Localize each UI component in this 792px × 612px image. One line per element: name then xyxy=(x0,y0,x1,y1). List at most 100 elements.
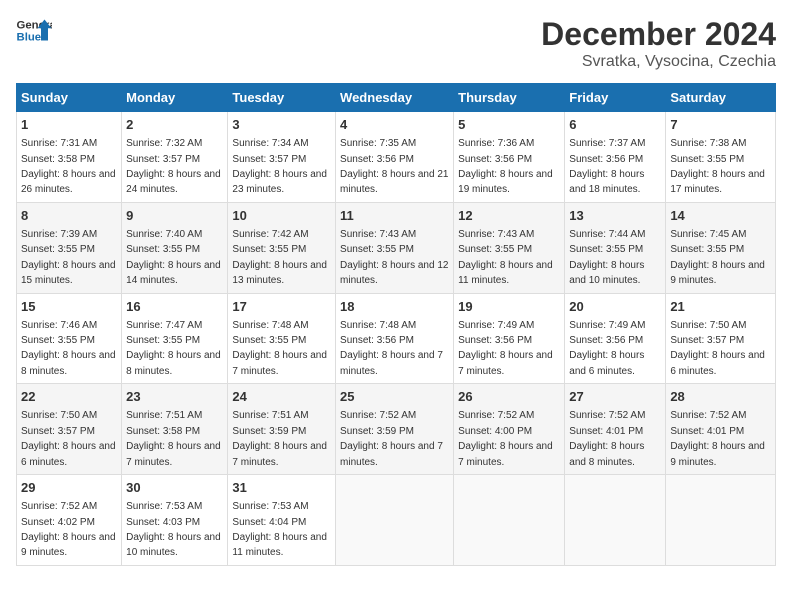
day-number: 29 xyxy=(21,479,117,497)
title-section: December 2024 Svratka, Vysocina, Czechia xyxy=(541,16,776,71)
day-info: Sunrise: 7:52 AMSunset: 3:59 PMDaylight:… xyxy=(340,410,443,467)
day-info: Sunrise: 7:48 AMSunset: 3:56 PMDaylight:… xyxy=(340,320,443,377)
day-info: Sunrise: 7:50 AMSunset: 3:57 PMDaylight:… xyxy=(21,410,116,467)
day-info: Sunrise: 7:53 AMSunset: 4:03 PMDaylight:… xyxy=(126,501,221,558)
calendar-cell: 9 Sunrise: 7:40 AMSunset: 3:55 PMDayligh… xyxy=(122,202,228,293)
svg-text:Blue: Blue xyxy=(17,32,42,44)
day-info: Sunrise: 7:49 AMSunset: 3:56 PMDaylight:… xyxy=(569,320,645,377)
calendar-cell: 27 Sunrise: 7:52 AMSunset: 4:01 PMDaylig… xyxy=(565,384,666,475)
header: General Blue December 2024 Svratka, Vyso… xyxy=(16,16,776,71)
calendar-table: SundayMondayTuesdayWednesdayThursdayFrid… xyxy=(16,83,776,566)
calendar-cell: 12 Sunrise: 7:43 AMSunset: 3:55 PMDaylig… xyxy=(454,202,565,293)
calendar-cell: 20 Sunrise: 7:49 AMSunset: 3:56 PMDaylig… xyxy=(565,293,666,384)
weekday-header-saturday: Saturday xyxy=(666,84,776,112)
day-number: 27 xyxy=(569,388,661,406)
calendar-cell: 2 Sunrise: 7:32 AMSunset: 3:57 PMDayligh… xyxy=(122,112,228,203)
calendar-cell: 6 Sunrise: 7:37 AMSunset: 3:56 PMDayligh… xyxy=(565,112,666,203)
day-info: Sunrise: 7:39 AMSunset: 3:55 PMDaylight:… xyxy=(21,229,116,286)
day-number: 11 xyxy=(340,207,449,225)
calendar-cell: 16 Sunrise: 7:47 AMSunset: 3:55 PMDaylig… xyxy=(122,293,228,384)
day-info: Sunrise: 7:49 AMSunset: 3:56 PMDaylight:… xyxy=(458,320,553,377)
calendar-cell xyxy=(336,475,454,566)
calendar-cell: 29 Sunrise: 7:52 AMSunset: 4:02 PMDaylig… xyxy=(17,475,122,566)
day-number: 18 xyxy=(340,298,449,316)
calendar-cell: 4 Sunrise: 7:35 AMSunset: 3:56 PMDayligh… xyxy=(336,112,454,203)
calendar-cell: 24 Sunrise: 7:51 AMSunset: 3:59 PMDaylig… xyxy=(228,384,336,475)
day-info: Sunrise: 7:52 AMSunset: 4:01 PMDaylight:… xyxy=(569,410,645,467)
day-info: Sunrise: 7:43 AMSunset: 3:55 PMDaylight:… xyxy=(340,229,448,286)
calendar-cell: 13 Sunrise: 7:44 AMSunset: 3:55 PMDaylig… xyxy=(565,202,666,293)
day-info: Sunrise: 7:34 AMSunset: 3:57 PMDaylight:… xyxy=(232,138,327,195)
day-info: Sunrise: 7:40 AMSunset: 3:55 PMDaylight:… xyxy=(126,229,221,286)
day-number: 19 xyxy=(458,298,560,316)
weekday-header-sunday: Sunday xyxy=(17,84,122,112)
day-number: 17 xyxy=(232,298,331,316)
day-info: Sunrise: 7:42 AMSunset: 3:55 PMDaylight:… xyxy=(232,229,327,286)
calendar-week-row: 22 Sunrise: 7:50 AMSunset: 3:57 PMDaylig… xyxy=(17,384,776,475)
day-info: Sunrise: 7:43 AMSunset: 3:55 PMDaylight:… xyxy=(458,229,553,286)
day-number: 15 xyxy=(21,298,117,316)
calendar-week-row: 15 Sunrise: 7:46 AMSunset: 3:55 PMDaylig… xyxy=(17,293,776,384)
calendar-cell: 5 Sunrise: 7:36 AMSunset: 3:56 PMDayligh… xyxy=(454,112,565,203)
calendar-week-row: 1 Sunrise: 7:31 AMSunset: 3:58 PMDayligh… xyxy=(17,112,776,203)
calendar-cell: 26 Sunrise: 7:52 AMSunset: 4:00 PMDaylig… xyxy=(454,384,565,475)
day-info: Sunrise: 7:52 AMSunset: 4:01 PMDaylight:… xyxy=(670,410,765,467)
day-info: Sunrise: 7:52 AMSunset: 4:00 PMDaylight:… xyxy=(458,410,553,467)
day-number: 1 xyxy=(21,116,117,134)
day-info: Sunrise: 7:47 AMSunset: 3:55 PMDaylight:… xyxy=(126,320,221,377)
weekday-header-row: SundayMondayTuesdayWednesdayThursdayFrid… xyxy=(17,84,776,112)
calendar-cell: 19 Sunrise: 7:49 AMSunset: 3:56 PMDaylig… xyxy=(454,293,565,384)
day-number: 30 xyxy=(126,479,223,497)
day-number: 9 xyxy=(126,207,223,225)
calendar-cell xyxy=(565,475,666,566)
day-number: 14 xyxy=(670,207,771,225)
day-number: 24 xyxy=(232,388,331,406)
day-number: 7 xyxy=(670,116,771,134)
day-number: 2 xyxy=(126,116,223,134)
calendar-cell: 28 Sunrise: 7:52 AMSunset: 4:01 PMDaylig… xyxy=(666,384,776,475)
calendar-cell: 30 Sunrise: 7:53 AMSunset: 4:03 PMDaylig… xyxy=(122,475,228,566)
day-info: Sunrise: 7:48 AMSunset: 3:55 PMDaylight:… xyxy=(232,320,327,377)
day-info: Sunrise: 7:53 AMSunset: 4:04 PMDaylight:… xyxy=(232,501,327,558)
calendar-cell: 31 Sunrise: 7:53 AMSunset: 4:04 PMDaylig… xyxy=(228,475,336,566)
calendar-cell: 8 Sunrise: 7:39 AMSunset: 3:55 PMDayligh… xyxy=(17,202,122,293)
day-info: Sunrise: 7:38 AMSunset: 3:55 PMDaylight:… xyxy=(670,138,765,195)
calendar-cell: 14 Sunrise: 7:45 AMSunset: 3:55 PMDaylig… xyxy=(666,202,776,293)
calendar-cell: 17 Sunrise: 7:48 AMSunset: 3:55 PMDaylig… xyxy=(228,293,336,384)
day-number: 10 xyxy=(232,207,331,225)
calendar-cell: 3 Sunrise: 7:34 AMSunset: 3:57 PMDayligh… xyxy=(228,112,336,203)
day-info: Sunrise: 7:32 AMSunset: 3:57 PMDaylight:… xyxy=(126,138,221,195)
day-number: 23 xyxy=(126,388,223,406)
day-number: 28 xyxy=(670,388,771,406)
weekday-header-thursday: Thursday xyxy=(454,84,565,112)
calendar-cell: 23 Sunrise: 7:51 AMSunset: 3:58 PMDaylig… xyxy=(122,384,228,475)
weekday-header-friday: Friday xyxy=(565,84,666,112)
day-number: 4 xyxy=(340,116,449,134)
calendar-cell xyxy=(454,475,565,566)
main-title: December 2024 xyxy=(541,16,776,53)
calendar-cell: 15 Sunrise: 7:46 AMSunset: 3:55 PMDaylig… xyxy=(17,293,122,384)
day-info: Sunrise: 7:51 AMSunset: 3:59 PMDaylight:… xyxy=(232,410,327,467)
weekday-header-tuesday: Tuesday xyxy=(228,84,336,112)
logo-icon: General Blue xyxy=(16,16,52,44)
day-number: 5 xyxy=(458,116,560,134)
calendar-cell: 7 Sunrise: 7:38 AMSunset: 3:55 PMDayligh… xyxy=(666,112,776,203)
day-info: Sunrise: 7:50 AMSunset: 3:57 PMDaylight:… xyxy=(670,320,765,377)
calendar-cell: 10 Sunrise: 7:42 AMSunset: 3:55 PMDaylig… xyxy=(228,202,336,293)
day-number: 3 xyxy=(232,116,331,134)
calendar-cell xyxy=(666,475,776,566)
day-info: Sunrise: 7:36 AMSunset: 3:56 PMDaylight:… xyxy=(458,138,553,195)
calendar-cell: 22 Sunrise: 7:50 AMSunset: 3:57 PMDaylig… xyxy=(17,384,122,475)
calendar-cell: 11 Sunrise: 7:43 AMSunset: 3:55 PMDaylig… xyxy=(336,202,454,293)
calendar-cell: 1 Sunrise: 7:31 AMSunset: 3:58 PMDayligh… xyxy=(17,112,122,203)
calendar-cell: 18 Sunrise: 7:48 AMSunset: 3:56 PMDaylig… xyxy=(336,293,454,384)
logo: General Blue xyxy=(16,16,52,44)
day-number: 31 xyxy=(232,479,331,497)
day-info: Sunrise: 7:51 AMSunset: 3:58 PMDaylight:… xyxy=(126,410,221,467)
calendar-cell: 21 Sunrise: 7:50 AMSunset: 3:57 PMDaylig… xyxy=(666,293,776,384)
day-number: 8 xyxy=(21,207,117,225)
day-number: 13 xyxy=(569,207,661,225)
day-info: Sunrise: 7:52 AMSunset: 4:02 PMDaylight:… xyxy=(21,501,116,558)
day-info: Sunrise: 7:46 AMSunset: 3:55 PMDaylight:… xyxy=(21,320,116,377)
day-number: 12 xyxy=(458,207,560,225)
